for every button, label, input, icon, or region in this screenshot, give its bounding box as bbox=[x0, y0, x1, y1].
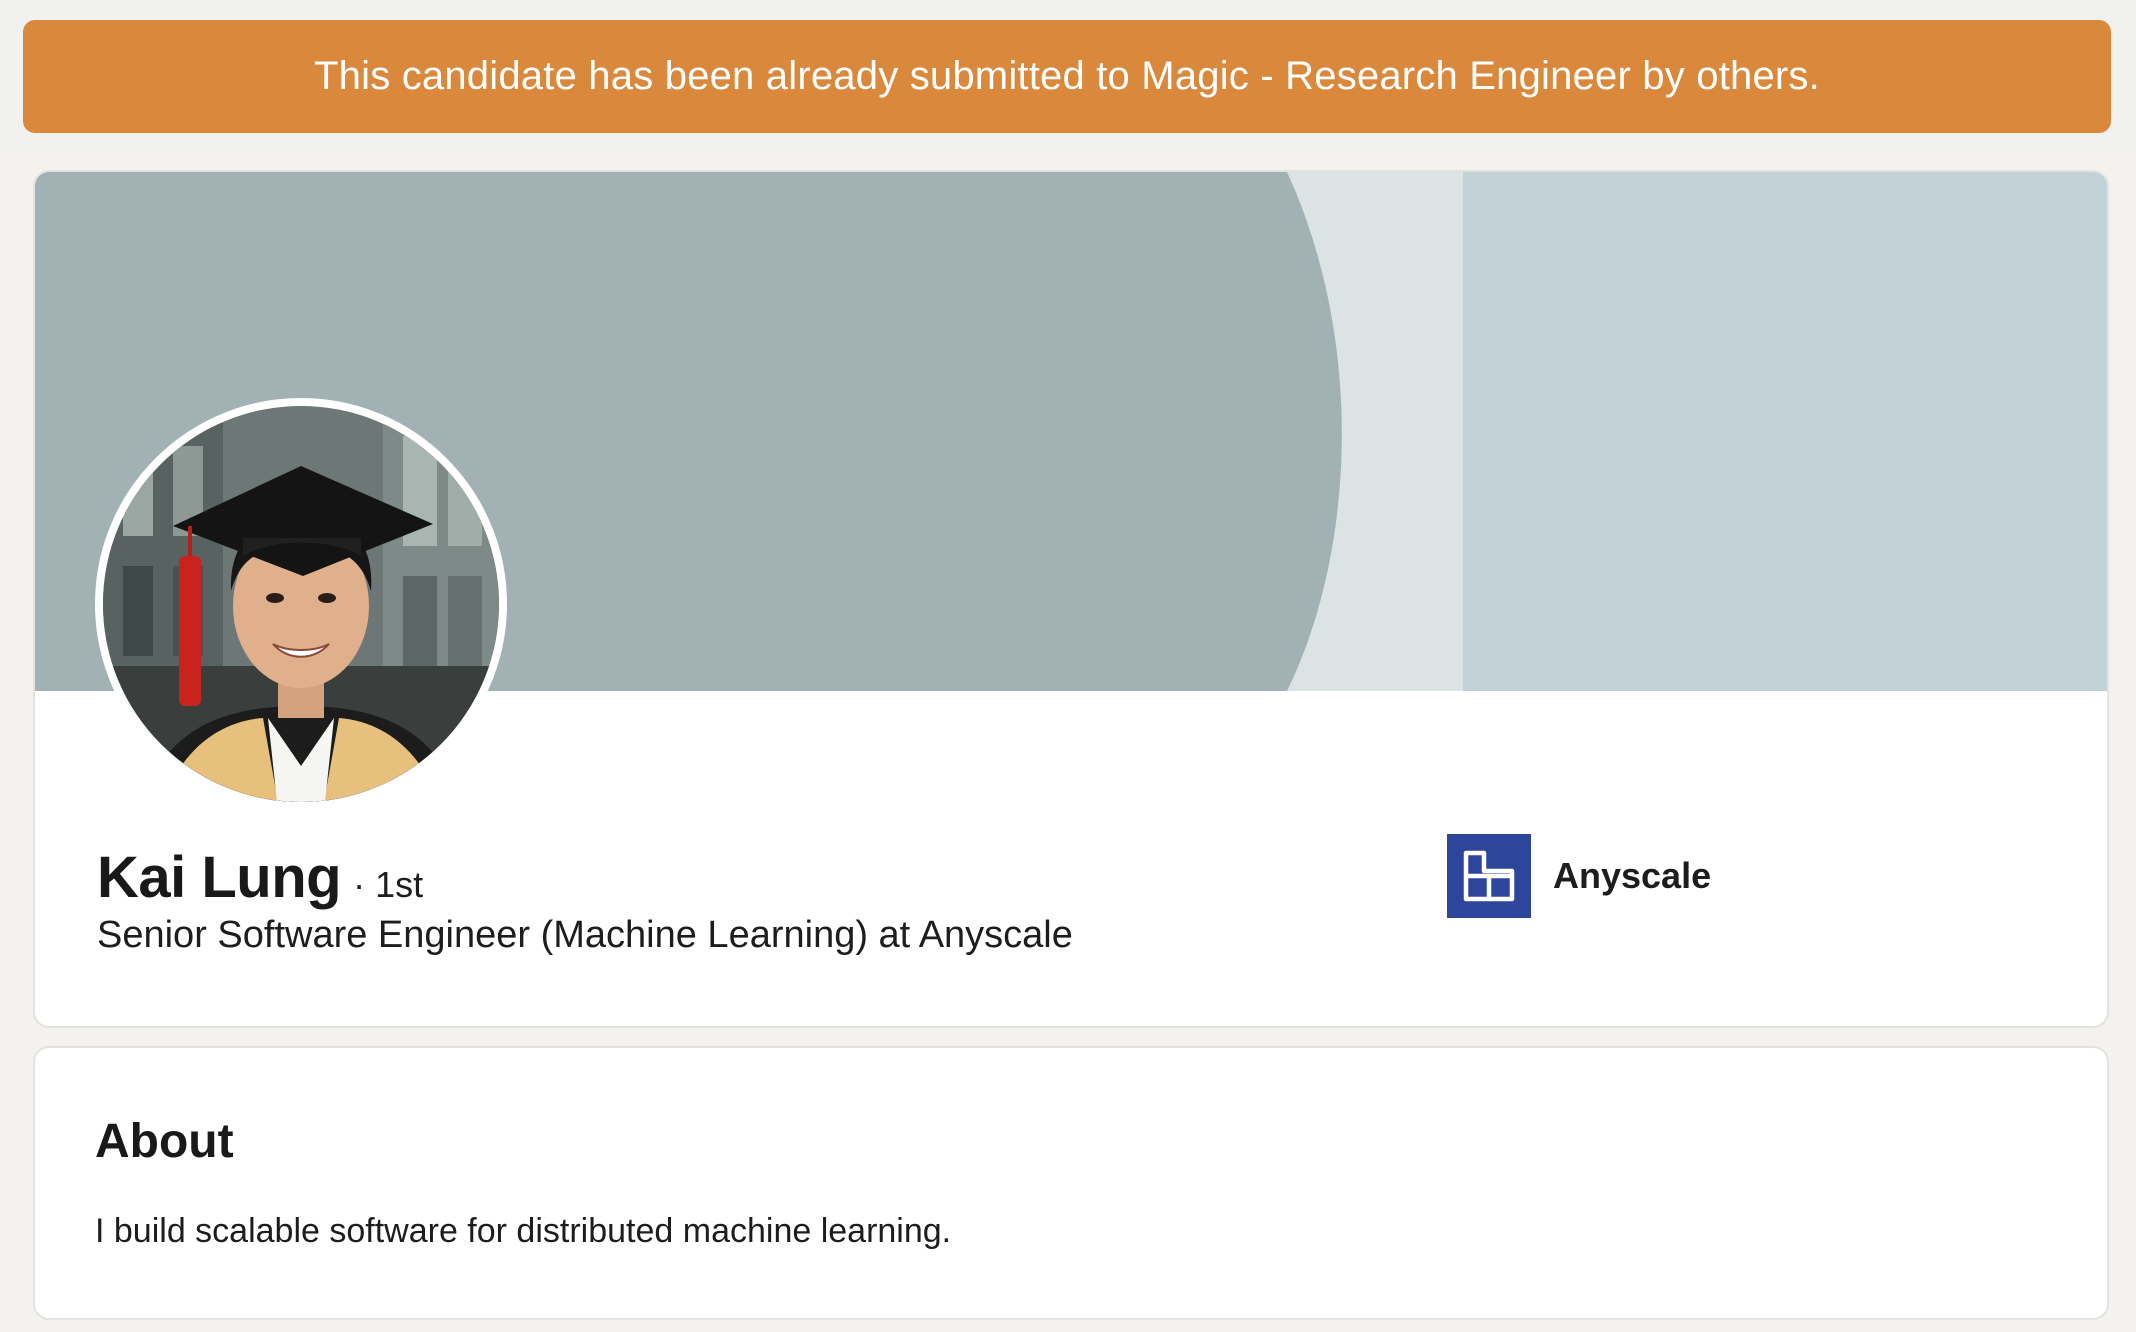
connection-degree-badge: · 1st bbox=[353, 864, 424, 905]
profile-photo-icon bbox=[103, 406, 499, 802]
current-company-link[interactable]: Anyscale bbox=[1447, 834, 1711, 918]
about-section: About I build scalable software for dist… bbox=[33, 1046, 2109, 1320]
about-title: About bbox=[95, 1115, 234, 1168]
profile-avatar[interactable] bbox=[95, 398, 507, 810]
already-submitted-alert: This candidate has been already submitte… bbox=[23, 20, 2111, 133]
profile-name-row: Kai Lung · 1st bbox=[97, 844, 423, 911]
profile-card: Kai Lung · 1st Senior Software Engineer … bbox=[33, 170, 2109, 1028]
profile-name: Kai Lung bbox=[97, 845, 342, 910]
alert-message: This candidate has been already submitte… bbox=[314, 54, 1820, 98]
profile-headline: Senior Software Engineer (Machine Learni… bbox=[97, 914, 1073, 956]
about-text: I build scalable software for distribute… bbox=[95, 1212, 952, 1250]
anyscale-logo-icon bbox=[1447, 834, 1531, 918]
company-name: Anyscale bbox=[1553, 855, 1712, 896]
